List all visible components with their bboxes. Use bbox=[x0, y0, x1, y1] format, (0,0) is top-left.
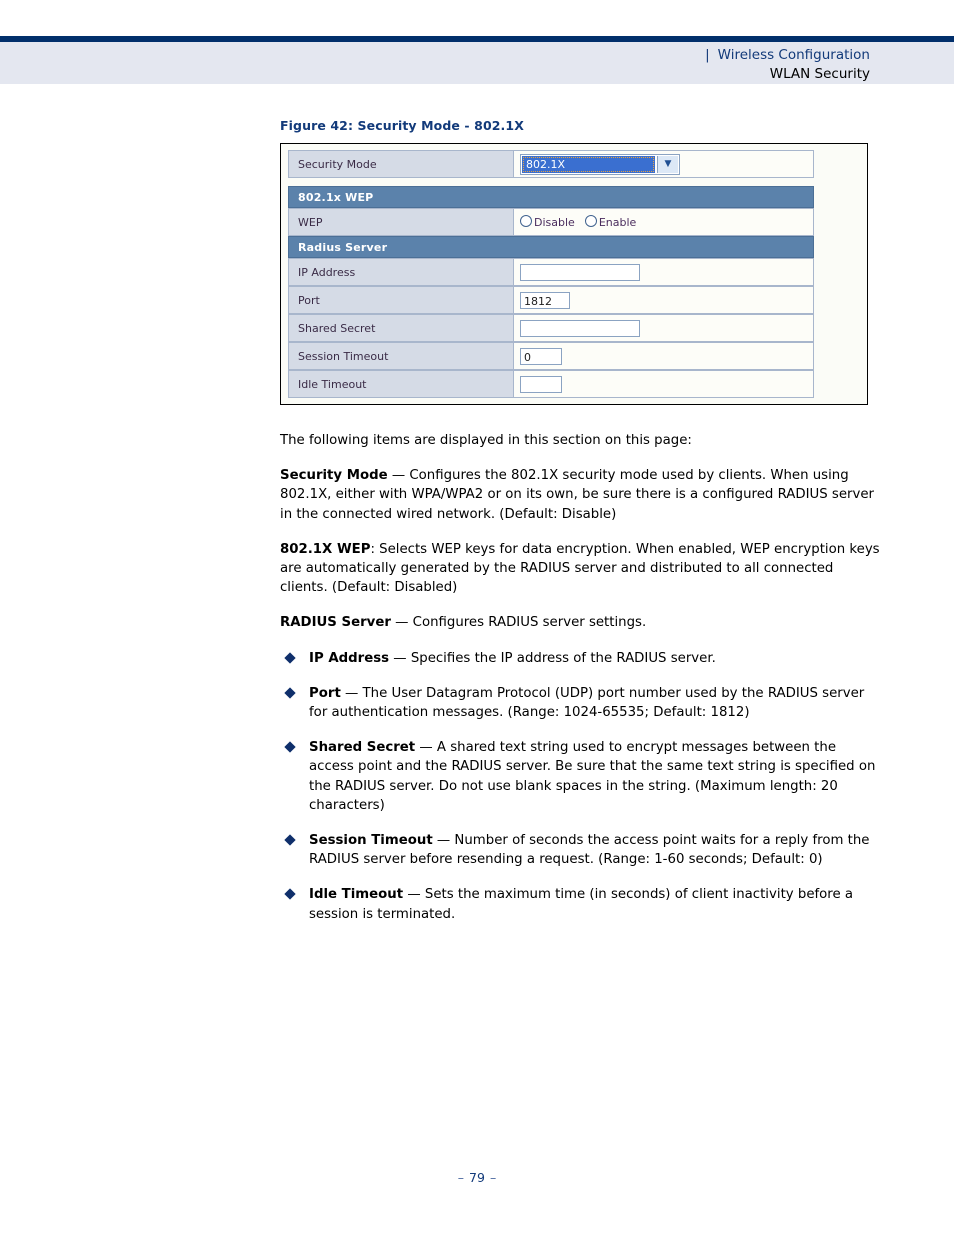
idle-timeout-label: Idle Timeout bbox=[288, 370, 514, 398]
footer-dash-left: – bbox=[457, 1170, 465, 1185]
table-row-shared-secret: Shared Secret bbox=[288, 314, 814, 342]
wep-radio-enable[interactable]: Enable bbox=[584, 215, 637, 229]
paragraph-security-mode: Security Mode — Configures the 802.1X se… bbox=[280, 466, 880, 524]
figure-screenshot: Security Mode 802.1X ▼ 802.1x WEP WEP Di… bbox=[280, 143, 868, 405]
diamond-bullet-icon bbox=[284, 651, 296, 664]
section-header-wep: 802.1x WEP bbox=[288, 186, 814, 208]
intro-paragraph: The following items are displayed in thi… bbox=[280, 433, 692, 448]
wep-radio-enable-label: Enable bbox=[598, 216, 637, 229]
security-mode-value-cell: 802.1X ▼ bbox=[514, 150, 814, 178]
ip-address-input[interactable] bbox=[520, 263, 640, 281]
list-item-desc: — The User Datagram Protocol (UDP) port … bbox=[309, 685, 865, 721]
idle-timeout-input[interactable] bbox=[520, 375, 562, 393]
figure-caption: Figure 42: Security Mode - 802.1X bbox=[280, 118, 524, 133]
idle-timeout-value-cell bbox=[514, 370, 814, 398]
list-item: IP Address — Specifies the IP address of… bbox=[280, 649, 880, 668]
paragraph-8021x-wep: 802.1X WEP: Selects WEP keys for data en… bbox=[280, 540, 880, 598]
diamond-bullet-icon bbox=[284, 741, 296, 753]
security-mode-label: Security Mode bbox=[288, 150, 514, 178]
shared-secret-label: Shared Secret bbox=[288, 314, 514, 342]
section-header-radius-label: Radius Server bbox=[288, 236, 814, 258]
list-item: Shared Secret — A shared text string use… bbox=[280, 738, 880, 815]
shared-secret-value-cell bbox=[514, 314, 814, 342]
wep-radio-group: Disable Enable bbox=[520, 215, 646, 229]
wep-radio-disable-label: Disable bbox=[534, 216, 575, 229]
radio-unchecked-icon bbox=[584, 215, 597, 227]
page-header: | Wireless Configuration WLAN Security bbox=[0, 42, 954, 84]
wep-label: WEP bbox=[288, 208, 514, 236]
ip-address-label: IP Address bbox=[288, 258, 514, 286]
wep-radio-disable[interactable]: Disable bbox=[520, 215, 575, 229]
content-column: Figure 42: Security Mode - 802.1X Securi… bbox=[280, 118, 880, 940]
diamond-bullet-icon bbox=[284, 888, 296, 901]
table-row-idle-timeout: Idle Timeout bbox=[288, 370, 814, 398]
port-label: Port bbox=[288, 286, 514, 314]
diamond-bullet-icon bbox=[284, 687, 296, 699]
chevron-down-icon[interactable]: ▼ bbox=[657, 155, 678, 173]
body-copy: The following items are displayed in thi… bbox=[280, 431, 880, 924]
term-security-mode: Security Mode bbox=[280, 468, 388, 484]
radio-unchecked-icon bbox=[520, 215, 532, 227]
list-item: Session Timeout — Number of seconds the … bbox=[280, 831, 880, 869]
list-item-term: IP Address bbox=[309, 650, 390, 666]
session-timeout-input[interactable]: 0 bbox=[520, 347, 562, 365]
security-mode-select[interactable]: 802.1X ▼ bbox=[520, 153, 680, 175]
table-row-ip-address: IP Address bbox=[288, 258, 814, 286]
port-input[interactable]: 1812 bbox=[520, 291, 570, 309]
security-mode-selected-option: 802.1X bbox=[522, 155, 655, 173]
list-item-term: Port bbox=[309, 685, 341, 701]
security-mode-form: Security Mode 802.1X ▼ 802.1x WEP WEP Di… bbox=[288, 150, 814, 398]
breadcrumb-separator: | bbox=[705, 47, 710, 63]
desc-8021x-wep: : Selects WEP keys for data encryption. … bbox=[280, 541, 880, 596]
term-8021x-wep: 802.1X WEP bbox=[280, 541, 371, 557]
list-item-term: Shared Secret bbox=[309, 740, 416, 756]
footer-dash-right: – bbox=[489, 1170, 497, 1185]
breadcrumb: | Wireless Configuration bbox=[0, 42, 870, 65]
list-item-desc: — Specifies the IP address of the RADIUS… bbox=[389, 650, 716, 666]
session-timeout-value-cell: 0 bbox=[514, 342, 814, 370]
section-header-wep-label: 802.1x WEP bbox=[288, 186, 814, 208]
term-radius-server: RADIUS Server bbox=[280, 615, 391, 631]
table-row-port: Port 1812 bbox=[288, 286, 814, 314]
table-row-session-timeout: Session Timeout 0 bbox=[288, 342, 814, 370]
list-item-term: Session Timeout bbox=[309, 833, 433, 849]
page-footer: –79– bbox=[0, 1170, 954, 1185]
list-item-term: Idle Timeout bbox=[309, 887, 404, 903]
desc-radius-server: — Configures RADIUS server settings. bbox=[390, 615, 647, 631]
breadcrumb-chapter: Wireless Configuration bbox=[717, 47, 870, 63]
table-spacer bbox=[288, 178, 814, 186]
paragraph-radius-server: RADIUS Server — Configures RADIUS server… bbox=[280, 613, 880, 632]
table-row-wep: WEP Disable Enable bbox=[288, 208, 814, 236]
ip-address-value-cell bbox=[514, 258, 814, 286]
port-value-cell: 1812 bbox=[514, 286, 814, 314]
list-item: Idle Timeout — Sets the maximum time (in… bbox=[280, 885, 880, 923]
section-header-radius: Radius Server bbox=[288, 236, 814, 258]
session-timeout-label: Session Timeout bbox=[288, 342, 514, 370]
table-row-security-mode: Security Mode 802.1X ▼ bbox=[288, 150, 814, 178]
page-subtitle: WLAN Security bbox=[769, 66, 870, 82]
diamond-bullet-icon bbox=[284, 834, 296, 846]
wep-value-cell: Disable Enable bbox=[514, 208, 814, 236]
parameter-list: IP Address — Specifies the IP address of… bbox=[280, 649, 880, 924]
list-item: Port — The User Datagram Protocol (UDP) … bbox=[280, 684, 880, 722]
page-number: 79 bbox=[469, 1170, 485, 1185]
shared-secret-input[interactable] bbox=[520, 319, 640, 337]
